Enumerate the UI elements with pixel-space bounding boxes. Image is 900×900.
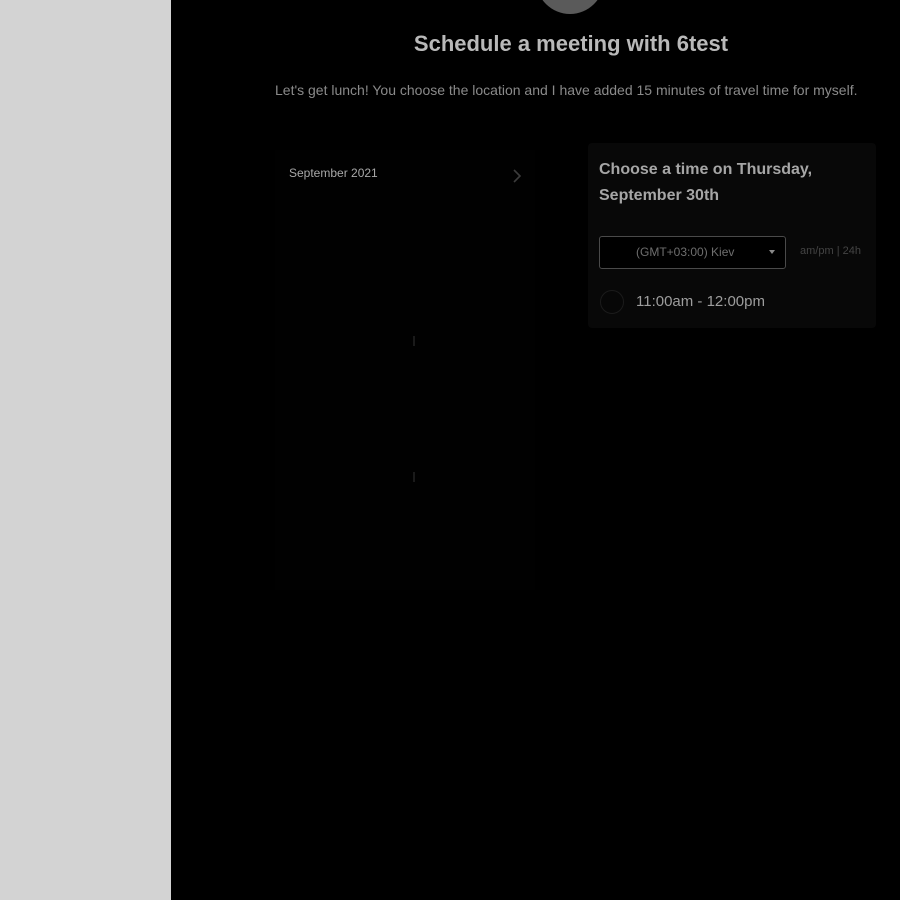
calendar-day-mark[interactable] [413,336,415,346]
time-slot-radio[interactable] [600,290,624,314]
timezone-select[interactable]: (GMT+03:00) Kiev [599,236,786,269]
page-title: Schedule a meeting with 6test [413,31,729,56]
calendar-day-mark[interactable] [413,472,415,482]
caret-down-icon [769,250,775,254]
time-format-toggle: am/pm | 24h [800,245,861,257]
format-separator: | [836,245,840,257]
calendar [275,150,535,590]
chevron-right-icon[interactable] [508,166,526,186]
left-panel [0,0,171,900]
time-slot-label: 11:00am - 12:00pm [636,293,765,310]
time-slot[interactable]: 11:00am - 12:00pm [600,289,870,317]
meeting-description: Let's get lunch! You choose the location… [275,82,858,98]
format-ampm-option[interactable]: am/pm [800,245,834,257]
choose-time-heading: Choose a time on Thursday, September 30t… [599,161,813,204]
month-label: September 2021 [289,166,378,180]
page-title-wrap: Schedule a meeting with 6test [171,31,900,57]
timezone-value: (GMT+03:00) Kiev [636,245,735,259]
format-24h-option[interactable]: 24h [843,245,861,257]
